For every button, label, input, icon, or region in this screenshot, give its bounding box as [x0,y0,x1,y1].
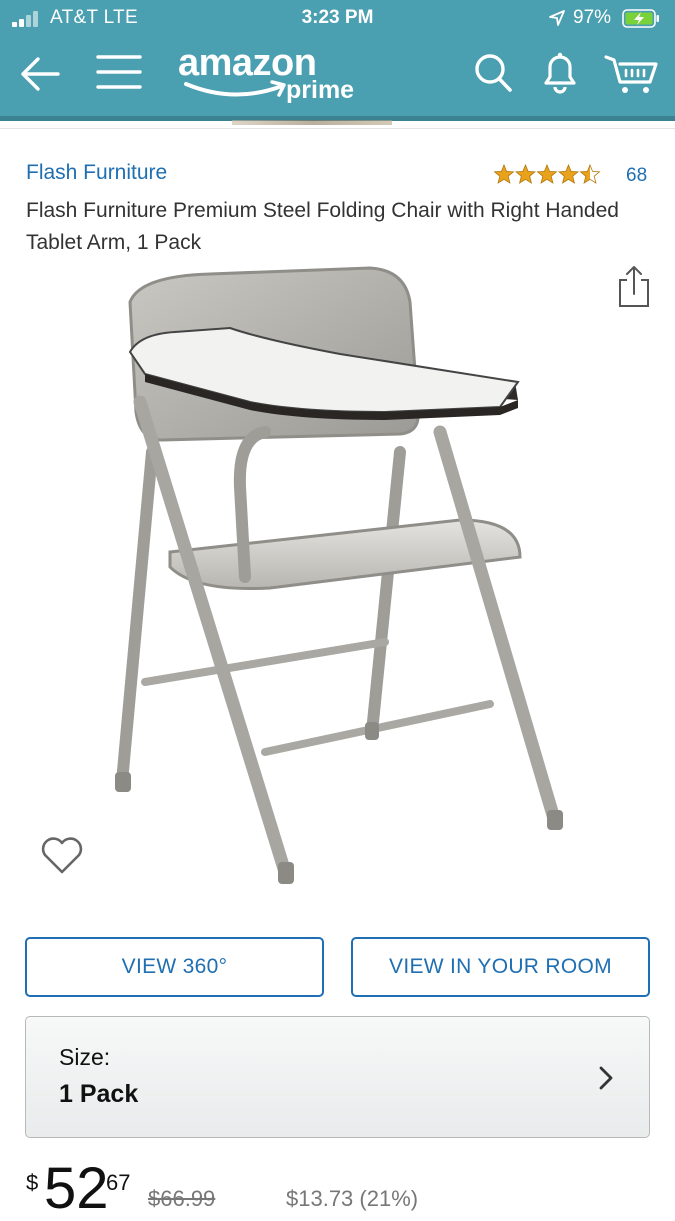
amazon-prime-logo[interactable]: amazon prime [178,42,368,108]
product-image[interactable] [100,262,570,902]
back-arrow-icon[interactable] [18,54,62,94]
list-price: $66.99 [148,1186,216,1211]
star-rating-icon[interactable] [494,163,604,185]
bell-icon[interactable] [540,50,580,94]
size-label: Size: [59,1044,111,1070]
price-currency: $ [26,1170,39,1195]
location-arrow-icon [549,10,565,26]
rating-count-link[interactable]: 68 [626,165,647,187]
battery-percent: 97% [573,7,612,28]
hamburger-menu-icon[interactable] [96,53,142,93]
logo-prime: prime [286,76,355,104]
savings-amount: $13.73 (21%) [286,1186,419,1211]
previous-image-edge [232,120,392,125]
cart-icon[interactable] [604,52,660,96]
smile-arrow-icon [184,80,286,97]
price-dollars: 52 [44,1156,109,1221]
top-nav-bar: amazon prime [0,38,675,116]
product-title: Flash Furniture Premium Steel Folding Ch… [26,199,619,254]
view-360-button[interactable]: VIEW 360° [25,937,324,997]
brand-link[interactable]: Flash Furniture [26,161,167,185]
view-in-your-room-button[interactable]: VIEW IN YOUR ROOM [351,937,650,997]
size-selector[interactable]: Size: 1 Pack [25,1016,650,1138]
search-icon[interactable] [473,52,513,94]
status-bar: AT&T LTE 3:23 PM 97% [0,0,675,38]
share-icon[interactable] [617,264,651,308]
section-divider [0,128,675,129]
battery-charging-icon [622,9,659,28]
heart-icon[interactable] [40,836,84,876]
price-cents: 67 [106,1170,131,1195]
chevron-right-icon [599,1066,613,1090]
size-value: 1 Pack [59,1080,139,1108]
